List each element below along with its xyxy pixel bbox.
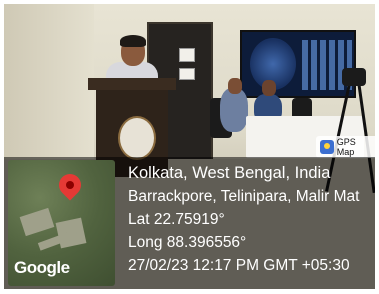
latitude: Lat 22.75919° (128, 211, 225, 228)
map-brand: Google (14, 258, 70, 277)
seated-person (220, 88, 248, 132)
mini-map: Google (8, 160, 115, 286)
left-wall (4, 4, 94, 164)
gps-map-camera-icon (320, 140, 334, 154)
presentation-screen (240, 30, 356, 98)
location-pin-icon (54, 169, 86, 201)
podium-logo (118, 116, 156, 160)
seated-person-head (262, 80, 276, 96)
camera (342, 68, 366, 86)
location-info: Kolkata, West Bengal, India Barrackpore,… (128, 162, 375, 277)
podium-top (88, 78, 176, 90)
timestamp: 27/02/23 12:17 PM GMT +05:30 (128, 257, 350, 274)
seated-person-head (228, 78, 242, 94)
gps-map-badge: GPS Map (316, 136, 379, 158)
map-building (19, 207, 55, 237)
address: Barrackpore, Telinipara, Malir Mat (128, 188, 360, 205)
speaker-hair (120, 35, 146, 47)
place-name: Kolkata, West Bengal, India (128, 164, 331, 182)
door-notice (179, 68, 195, 80)
longitude: Long 88.396556° (128, 234, 247, 251)
gps-map-label: GPS Map (336, 137, 356, 157)
door-notice (179, 48, 195, 62)
